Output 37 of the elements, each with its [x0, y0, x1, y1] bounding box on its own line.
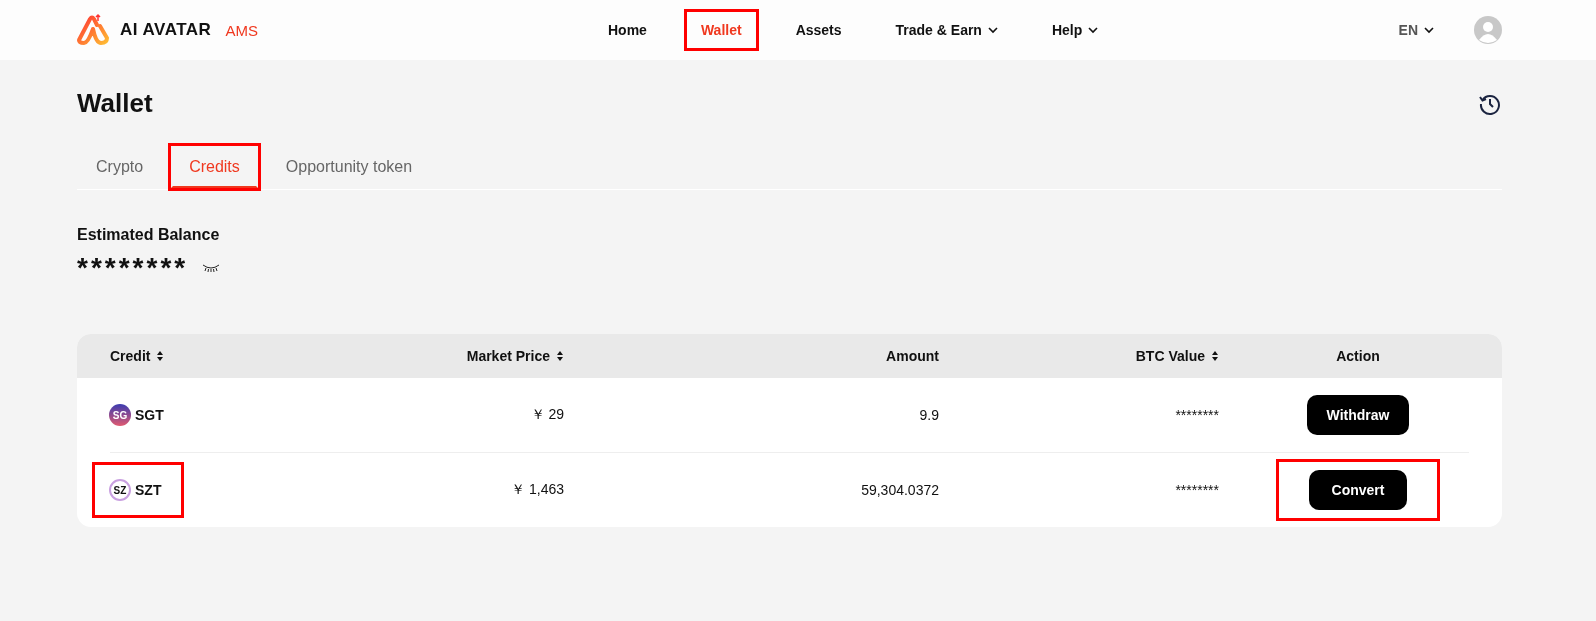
nav-link[interactable]: Assets: [778, 9, 859, 51]
balance-value: ********: [77, 252, 189, 284]
page-title: Wallet: [77, 88, 153, 119]
table-cell: 59,304.0372: [861, 482, 939, 498]
tab[interactable]: Credits: [170, 145, 259, 189]
table-cell: ￥ 29: [530, 406, 564, 424]
sort-icon[interactable]: [556, 350, 564, 362]
nav-link[interactable]: Home: [591, 9, 664, 51]
table-cell: ￥ 1,463: [511, 481, 564, 499]
tab[interactable]: Crypto: [77, 145, 163, 189]
coin-icon: SZ: [109, 479, 131, 501]
column-header: Amount: [886, 348, 939, 364]
column-header[interactable]: Credit: [110, 348, 310, 364]
chevron-down-icon: [1424, 26, 1434, 34]
eye-closed-icon[interactable]: [202, 263, 221, 273]
column-header[interactable]: BTC Value: [1135, 348, 1219, 364]
logo-badge-text: AMS: [225, 21, 258, 39]
table-cell: ********: [1175, 407, 1219, 423]
credit-name: SGT: [135, 407, 164, 423]
table-cell: 9.9: [919, 407, 939, 423]
credit-name: SZT: [135, 482, 162, 498]
language-selector[interactable]: EN: [1398, 22, 1434, 38]
action-button[interactable]: Convert: [1309, 470, 1407, 510]
sort-icon[interactable]: [1211, 350, 1219, 362]
column-header[interactable]: Market Price: [466, 348, 564, 364]
logo-icon: [76, 13, 110, 47]
tab[interactable]: Opportunity token: [266, 145, 432, 189]
nav-link[interactable]: Help: [1034, 9, 1116, 51]
sort-icon[interactable]: [156, 350, 165, 362]
action-button[interactable]: Withdraw: [1306, 395, 1410, 435]
nav-link[interactable]: Wallet: [683, 9, 759, 51]
balance-label: Estimated Balance: [77, 226, 221, 244]
column-header: Action: [1335, 348, 1380, 364]
nav-link[interactable]: Trade & Earn: [878, 9, 1015, 51]
coin-icon: SG: [109, 404, 131, 426]
logo-text: AI AVATAR: [120, 20, 212, 40]
table-cell: ********: [1175, 482, 1219, 498]
